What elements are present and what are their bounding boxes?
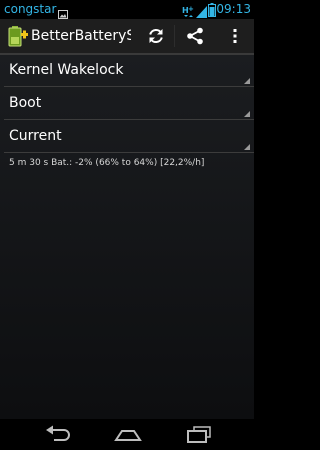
screen: congstar H + 09:13 BetterBatteryS Kernel… <box>0 0 254 450</box>
action-bar-divider <box>174 25 175 47</box>
share-button[interactable] <box>178 19 212 53</box>
clock-label: 09:13 <box>216 2 251 16</box>
spinner-corner-arrow-icon <box>244 111 250 117</box>
recent-apps-button[interactable] <box>174 419 224 450</box>
overflow-menu-button[interactable] <box>218 19 252 53</box>
stat-type-spinner[interactable]: Kernel Wakelock <box>4 56 254 87</box>
recent-apps-icon <box>187 426 211 443</box>
overflow-menu-icon <box>233 29 237 43</box>
navigation-bar <box>0 419 254 450</box>
battery-summary-text: 5 m 30 s Bat.: -2% (66% to 64%) [22,2%/h… <box>9 158 205 168</box>
spinner-corner-arrow-icon <box>244 78 250 84</box>
action-bar: BetterBatterySt... <box>0 19 254 53</box>
from-reference-value: Boot <box>9 95 42 111</box>
back-button[interactable] <box>33 419 83 450</box>
spinner-corner-arrow-icon <box>244 144 250 150</box>
refresh-button[interactable] <box>139 19 173 53</box>
stat-type-value: Kernel Wakelock <box>9 62 124 78</box>
carrier-label: congstar <box>4 2 57 16</box>
back-icon <box>46 425 70 441</box>
app-battery-icon[interactable] <box>6 25 28 51</box>
svg-text:+: + <box>188 5 194 13</box>
status-bar: congstar H + 09:13 <box>0 0 254 19</box>
main-content: Kernel Wakelock Boot Current 5 m 30 s Ba… <box>0 55 254 419</box>
app-title: BetterBatterySt... <box>31 28 131 44</box>
refresh-icon <box>149 28 163 44</box>
to-reference-spinner[interactable]: Current <box>4 122 254 153</box>
to-reference-value: Current <box>9 128 62 144</box>
share-icon <box>187 27 203 45</box>
from-reference-spinner[interactable]: Boot <box>4 89 254 120</box>
home-button[interactable] <box>102 419 152 450</box>
home-icon <box>114 430 142 441</box>
